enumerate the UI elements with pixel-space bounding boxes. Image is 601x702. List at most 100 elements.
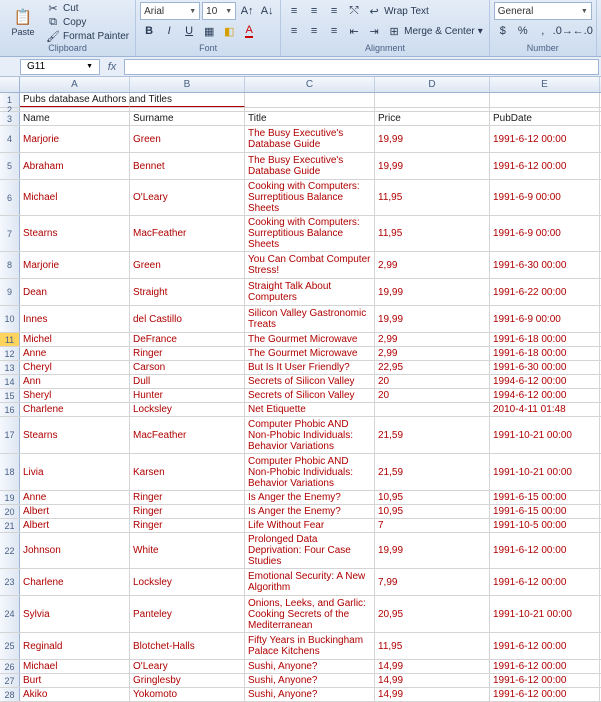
cell[interactable]: Sushi, Anyone? [245, 674, 375, 687]
row-header[interactable]: 18 [0, 454, 20, 490]
row-header[interactable]: 6 [0, 180, 20, 215]
cell[interactable]: 2,99 [375, 252, 490, 278]
row-header[interactable]: 25 [0, 633, 20, 659]
row-header[interactable]: 4 [0, 126, 20, 152]
cell[interactable]: 1991-10-21 00:00 [490, 596, 600, 632]
cell[interactable]: Cooking with Computers: Surreptitious Ba… [245, 216, 375, 251]
cell[interactable]: Blotchet-Halls [130, 633, 245, 659]
cell[interactable]: 11,95 [375, 180, 490, 215]
cell[interactable]: DeFrance [130, 333, 245, 346]
row-header[interactable]: 3 [0, 112, 20, 125]
cell[interactable]: Title [245, 112, 375, 125]
row-header[interactable]: 17 [0, 417, 20, 453]
cell[interactable]: Locksley [130, 403, 245, 416]
row-header[interactable]: 20 [0, 505, 20, 518]
copy-button[interactable]: ⧉Copy [44, 16, 131, 29]
row-header[interactable]: 24 [0, 596, 20, 632]
cell[interactable]: 1991-10-21 00:00 [490, 454, 600, 490]
cell[interactable]: 20 [375, 375, 490, 388]
cell[interactable]: Michael [20, 180, 130, 215]
cell[interactable]: Karsen [130, 454, 245, 490]
cell[interactable]: 11,95 [375, 633, 490, 659]
cell[interactable]: 1991-6-12 00:00 [490, 660, 600, 673]
cell[interactable]: 1991-6-18 00:00 [490, 347, 600, 360]
align-left-button[interactable]: ≡ [285, 22, 303, 40]
percent-button[interactable]: % [514, 22, 532, 40]
cell[interactable]: 2010-4-11 01:48 [490, 403, 600, 416]
cell[interactable]: Marjorie [20, 252, 130, 278]
row-header[interactable]: 10 [0, 306, 20, 332]
wrap-text-button[interactable]: ↩Wrap Text [365, 5, 431, 18]
paste-button[interactable]: 📋 Paste [4, 2, 42, 42]
cell[interactable]: The Gourmet Microwave [245, 333, 375, 346]
cell[interactable]: Albert [20, 505, 130, 518]
cell[interactable]: 1991-6-12 00:00 [490, 126, 600, 152]
italic-button[interactable]: I [160, 22, 178, 40]
row-header[interactable]: 7 [0, 216, 20, 251]
row-header[interactable]: 15 [0, 389, 20, 402]
cell[interactable]: Surname [130, 112, 245, 125]
cell[interactable]: 1991-6-15 00:00 [490, 491, 600, 504]
cell[interactable]: 1991-6-12 00:00 [490, 688, 600, 701]
cell[interactable]: Yokomoto [130, 688, 245, 701]
comma-button[interactable]: , [534, 22, 552, 40]
cell[interactable]: Panteley [130, 596, 245, 632]
cell[interactable]: PubDate [490, 112, 600, 125]
align-right-button[interactable]: ≡ [325, 22, 343, 40]
cell[interactable]: 1994-6-12 00:00 [490, 375, 600, 388]
row-header[interactable]: 11 [0, 333, 20, 346]
cell[interactable]: Marjorie [20, 126, 130, 152]
cell[interactable]: Johnson [20, 533, 130, 568]
cell[interactable]: Stearns [20, 216, 130, 251]
dec-decimal-button[interactable]: ←.0 [574, 22, 592, 40]
cell[interactable]: MacFeather [130, 216, 245, 251]
row-header[interactable]: 16 [0, 403, 20, 416]
cell[interactable]: 2,99 [375, 347, 490, 360]
cell[interactable]: Charlene [20, 403, 130, 416]
cell[interactable]: 22,95 [375, 361, 490, 374]
cell[interactable] [375, 108, 490, 111]
cell[interactable]: White [130, 533, 245, 568]
cell[interactable]: 10,95 [375, 505, 490, 518]
cell[interactable]: 1991-6-12 00:00 [490, 569, 600, 595]
cell[interactable]: Cheryl [20, 361, 130, 374]
cell[interactable]: Charlene [20, 569, 130, 595]
cell[interactable]: 19,99 [375, 533, 490, 568]
cell[interactable]: Straight [130, 279, 245, 305]
cell[interactable]: 1991-6-15 00:00 [490, 505, 600, 518]
row-header[interactable]: 13 [0, 361, 20, 374]
cell[interactable]: Sheryl [20, 389, 130, 402]
cell[interactable]: Secrets of Silicon Valley [245, 375, 375, 388]
cell[interactable]: 19,99 [375, 279, 490, 305]
cell[interactable]: 19,99 [375, 126, 490, 152]
cell[interactable]: 1991-6-30 00:00 [490, 252, 600, 278]
row-header[interactable]: 9 [0, 279, 20, 305]
cell[interactable]: Bennet [130, 153, 245, 179]
merge-center-button[interactable]: ⊞Merge & Center▾ [385, 25, 485, 38]
cell[interactable]: The Busy Executive's Database Guide [245, 153, 375, 179]
row-header[interactable]: 23 [0, 569, 20, 595]
font-color-button[interactable]: A [240, 22, 258, 40]
align-center-button[interactable]: ≡ [305, 22, 323, 40]
cell[interactable]: Green [130, 252, 245, 278]
cell[interactable]: Carson [130, 361, 245, 374]
cell[interactable]: Emotional Security: A New Algorithm [245, 569, 375, 595]
select-all-corner[interactable] [0, 77, 20, 92]
cell[interactable]: Name [20, 112, 130, 125]
cell[interactable]: Computer Phobic AND Non-Phobic Individua… [245, 417, 375, 453]
cell[interactable] [130, 93, 245, 107]
cell[interactable]: 1991-6-12 00:00 [490, 153, 600, 179]
col-header-c[interactable]: C [245, 77, 375, 92]
cell[interactable]: 14,99 [375, 688, 490, 701]
cell[interactable] [245, 108, 375, 111]
cell[interactable]: Akiko [20, 688, 130, 701]
cut-button[interactable]: ✂Cut [44, 2, 131, 15]
cell[interactable]: Sylvia [20, 596, 130, 632]
cell[interactable]: Hunter [130, 389, 245, 402]
underline-button[interactable]: U [180, 22, 198, 40]
cell[interactable]: You Can Combat Computer Stress! [245, 252, 375, 278]
align-top-button[interactable]: ≡ [285, 2, 303, 20]
cell[interactable]: O'Leary [130, 660, 245, 673]
cell[interactable]: 1991-10-21 00:00 [490, 417, 600, 453]
indent-inc-button[interactable]: ⇥ [365, 22, 383, 40]
